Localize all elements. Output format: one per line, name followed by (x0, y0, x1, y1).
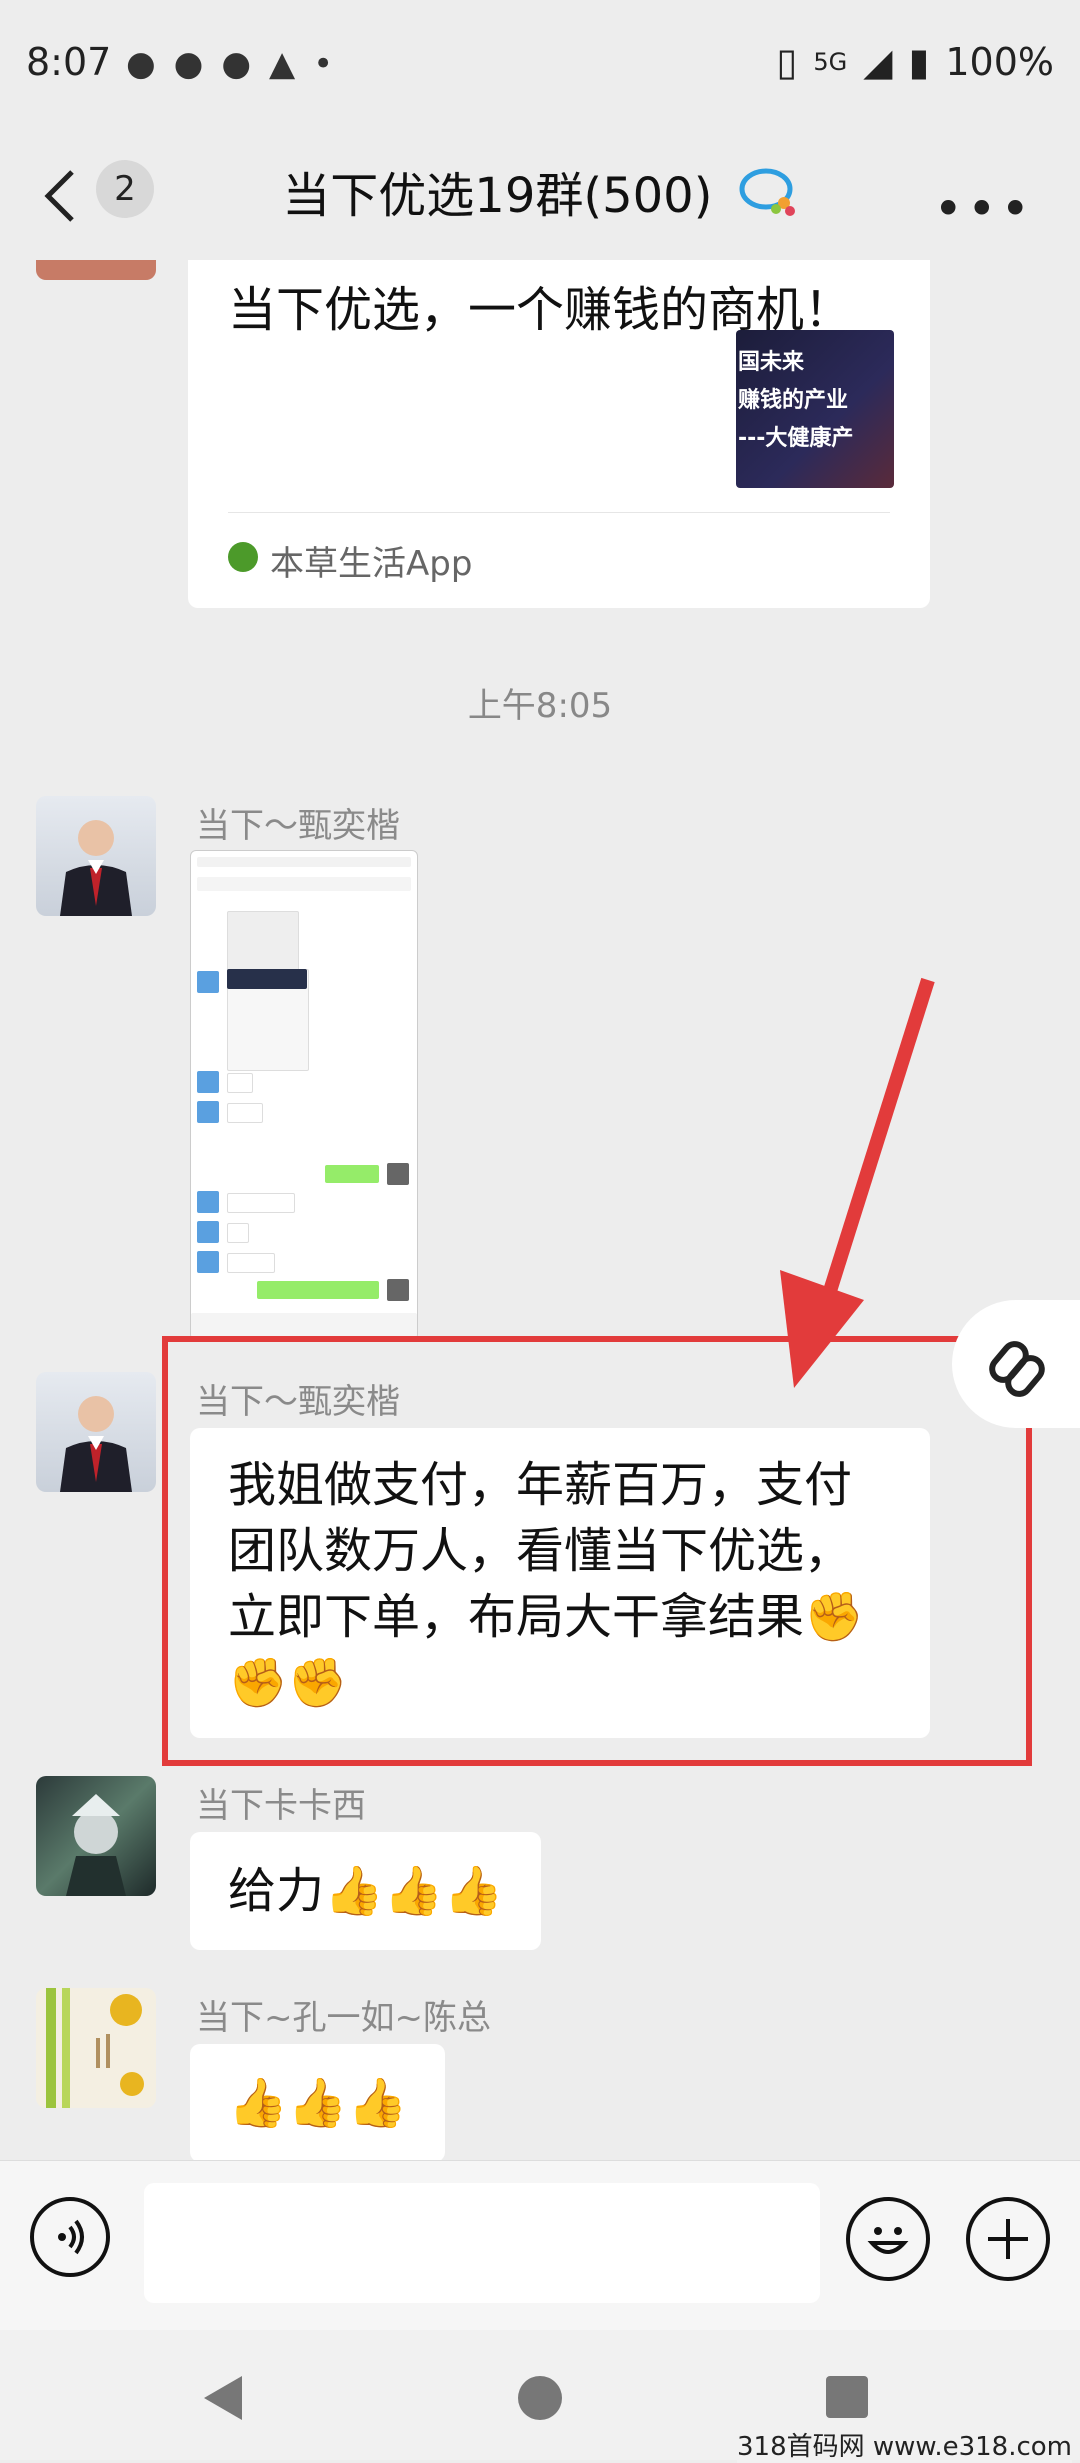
wechat-icon: ● (126, 44, 156, 84)
message-input[interactable] (144, 2183, 820, 2303)
group-name: 当下优选19群(500) (282, 168, 713, 224)
signal-icon: ◢ (863, 40, 893, 84)
more-functions-button[interactable] (966, 2197, 1050, 2281)
voice-icon (58, 2219, 84, 2255)
battery-icon: ▮ (908, 40, 930, 84)
red-arrow-annotation (780, 977, 935, 1388)
network-label: 5G (813, 48, 848, 76)
qq-icon: ▲ (269, 44, 296, 84)
status-bar: 8:07 ● ● ● ▲ • ▯ 5G ◢ ▮ 100% (0, 0, 1080, 140)
timestamp: 上午8:05 (467, 686, 613, 726)
watermark: 318首码网 www.e318.com (737, 2426, 1072, 2463)
sender-name: 当下~孔一如~陈总 (196, 1998, 491, 2038)
link-card[interactable]: 当下优选，一个赚钱的商机！ 国未来 赚钱的产业 ---大健康产 本草生活App (188, 260, 930, 608)
sender-name: 当下～甄奕楷 (196, 806, 400, 846)
text-message[interactable]: 给力👍👍👍 (190, 1832, 542, 1950)
wechat-icon: ● (173, 44, 204, 84)
battery-label: 100% (945, 40, 1054, 84)
sender-name: 当下卡卡西 (196, 1786, 366, 1826)
card-thumbnail: 国未来 赚钱的产业 ---大健康产 (736, 330, 894, 488)
app-logo-icon (228, 542, 258, 572)
text-message[interactable]: 👍👍👍 (190, 2044, 446, 2160)
avatar[interactable] (36, 1776, 156, 1896)
thumb-line: 国未来 (738, 350, 805, 375)
emoji-button[interactable] (846, 2197, 930, 2281)
dot-icon: • (313, 44, 334, 84)
message-text: 给力👍👍👍 (228, 1863, 504, 1919)
plus-icon (988, 2219, 1028, 2259)
avatar[interactable] (36, 260, 156, 280)
status-time: 8:07 (26, 40, 112, 84)
message-text: 👍👍👍 (228, 2075, 408, 2131)
group-chat-icon (738, 165, 798, 233)
smiley-icon (867, 2227, 909, 2254)
link-button[interactable] (952, 1300, 1080, 1428)
avatar[interactable] (36, 1988, 156, 2108)
highlight-box (162, 1336, 1032, 1766)
thumb-line: 赚钱的产业 (738, 388, 849, 413)
vibrate-icon: ▯ (776, 40, 798, 84)
avatar[interactable] (36, 1372, 156, 1492)
voice-input-button[interactable] (30, 2197, 110, 2277)
more-options-icon[interactable]: ••• (934, 180, 1034, 238)
chat-title: 当下优选19群(500) (0, 156, 1080, 233)
nav-recents-icon[interactable] (826, 2376, 868, 2418)
link-icon (989, 1341, 1045, 1397)
divider (228, 512, 890, 513)
image-message[interactable] (190, 850, 418, 1340)
thumb-line: ---大健康产 (738, 426, 854, 451)
status-right: ▯ 5G ◢ ▮ 100% (776, 40, 1054, 84)
nav-home-icon[interactable] (518, 2376, 562, 2420)
wechat-icon: ● (221, 44, 252, 84)
input-bar (0, 2160, 1080, 2331)
avatar[interactable] (36, 796, 156, 916)
card-source: 本草生活App (270, 544, 473, 584)
nav-back-icon[interactable] (204, 2376, 242, 2420)
notification-icons: ● ● ● ▲ • (126, 44, 333, 84)
